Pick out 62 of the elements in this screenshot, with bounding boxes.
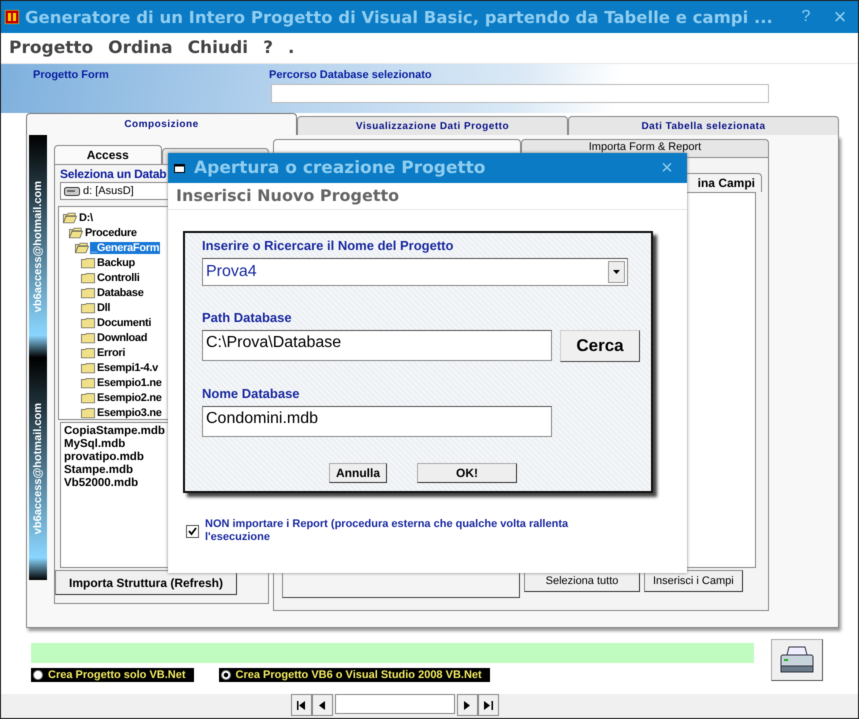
- folder-item[interactable]: Esempio1.ne: [96, 376, 163, 388]
- radio-button[interactable]: [33, 670, 43, 680]
- drive-icon: [64, 186, 80, 196]
- folder-item[interactable]: Esempio3.ne: [96, 406, 163, 418]
- folder-item[interactable]: Database: [96, 286, 145, 298]
- first-record-button[interactable]: [290, 694, 312, 716]
- action-button[interactable]: Inserisci i Campi: [644, 570, 743, 592]
- menu-item[interactable]: ?: [263, 38, 273, 58]
- dialog-button[interactable]: Annulla: [329, 463, 387, 483]
- radio-option[interactable]: Crea Progetto solo VB.Net: [31, 668, 194, 682]
- tab[interactable]: Access: [54, 145, 162, 164]
- form-label: Progetto Form: [33, 69, 110, 83]
- previous-icon: [319, 700, 325, 710]
- menu-item[interactable]: .: [288, 38, 294, 58]
- folder-item[interactable]: Procedure: [84, 226, 138, 238]
- folder-item[interactable]: Backup: [96, 256, 136, 268]
- folder-item[interactable]: Documenti: [96, 316, 152, 328]
- folder-item[interactable]: Esempio2.ne: [96, 392, 163, 404]
- dialog-heading: Inserisci Nuovo Progetto: [168, 183, 687, 210]
- next-icon: [464, 700, 470, 710]
- field-label: Inserire o Ricercare il Nome del Progetto: [202, 238, 454, 253]
- database-path-field[interactable]: [271, 84, 769, 103]
- folder-item[interactable]: Errori: [96, 346, 126, 358]
- app-icon: [5, 10, 19, 24]
- first-icon: [296, 700, 306, 710]
- last-icon: [484, 700, 492, 710]
- window-title: Generatore di un Intero Progetto di Visual Basic, partendo da Tabelle e campi ...: [25, 8, 774, 26]
- database-path-label: Percorso Database selezionato: [269, 69, 433, 81]
- search-button[interactable]: Cerca: [560, 330, 640, 362]
- checkbox-label: NON importare i Report (procedura esterna che qualche volta rallenta l'esecuzione: [205, 518, 570, 544]
- radio-button[interactable]: [220, 670, 231, 680]
- folder-item[interactable]: Controlli: [96, 272, 141, 284]
- dialog-title: Apertura o creazione Progetto: [194, 158, 486, 178]
- menu-item[interactable]: Ordina: [108, 38, 173, 58]
- tab[interactable]: Visualizzazione Dati Progetto: [297, 116, 568, 135]
- menu-item[interactable]: Progetto: [9, 38, 94, 58]
- folder-item[interactable]: D:\: [78, 212, 94, 224]
- email-text: vb6access@hotmail.com: [32, 403, 44, 534]
- last-record-button[interactable]: [478, 694, 498, 716]
- tab[interactable]: Composizione: [26, 113, 297, 135]
- folder-item[interactable]: _GeneraForm: [90, 242, 160, 254]
- database-name-field[interactable]: Condomini.mdb: [202, 406, 552, 437]
- field-label: Nome Database: [202, 386, 301, 401]
- folder-item[interactable]: Dll: [96, 302, 112, 314]
- path-field[interactable]: C:\Prova\Database: [202, 330, 552, 361]
- email-text: vb6access@hotmail.com: [32, 180, 44, 312]
- checkbox[interactable]: [186, 524, 199, 538]
- folder-item[interactable]: Esempi1-4.v: [96, 362, 159, 374]
- database-label: Seleziona un Datab: [60, 167, 166, 181]
- import-button[interactable]: Importa Struttura (Refresh): [55, 570, 237, 595]
- dialog-button[interactable]: OK!: [417, 463, 517, 483]
- print-button[interactable]: [771, 639, 823, 681]
- window-icon: [174, 162, 186, 174]
- radio-option[interactable]: Crea Progetto VB6 o Visual Studio 2008 VB.Net: [218, 668, 490, 682]
- folder-item[interactable]: Download: [96, 332, 148, 344]
- project-name-combo[interactable]: Prova4: [202, 258, 628, 286]
- previous-record-button[interactable]: [312, 694, 332, 716]
- record-field[interactable]: [334, 694, 454, 714]
- field-label: Path Database: [202, 310, 293, 325]
- menu-item[interactable]: Chiudi: [188, 38, 248, 58]
- tab[interactable]: Dati Tabella selezionata: [568, 116, 839, 135]
- next-record-button[interactable]: [456, 694, 478, 716]
